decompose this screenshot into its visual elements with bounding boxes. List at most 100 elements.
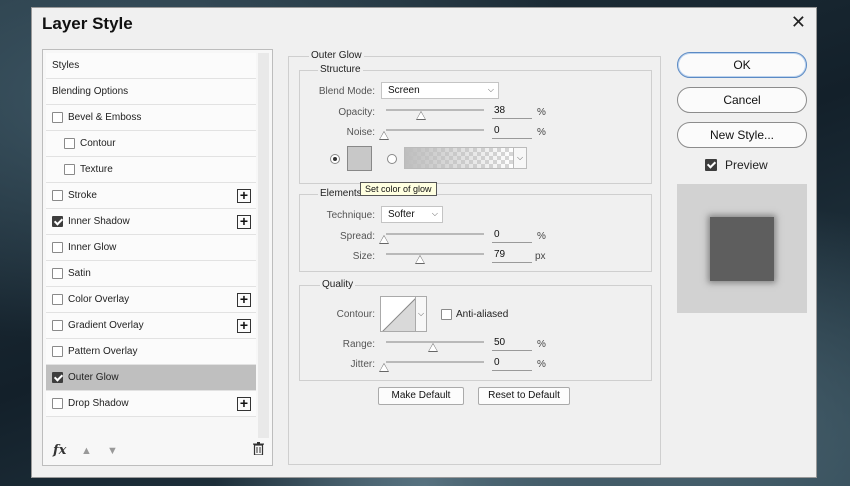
style-item-satin[interactable]: Satin	[46, 261, 256, 287]
noise-slider-thumb[interactable]	[379, 131, 389, 140]
jitter-slider[interactable]	[386, 361, 484, 363]
technique-select[interactable]: Softer ⌵	[381, 206, 443, 223]
opacity-unit: %	[537, 107, 546, 118]
add-drop-shadow-icon[interactable]: +	[237, 396, 251, 411]
spread-slider-thumb[interactable]	[379, 235, 389, 244]
contour-label: Contour:	[336, 309, 375, 320]
structure-title: Structure	[318, 64, 363, 75]
add-gradient-overlay-icon[interactable]: +	[237, 318, 251, 333]
gradient-overlay-checkbox[interactable]	[52, 320, 63, 331]
spread-input[interactable]: 0	[492, 229, 532, 243]
ok-button[interactable]: OK	[677, 52, 807, 78]
inner-glow-checkbox[interactable]	[52, 242, 63, 253]
style-item-label: Blending Options	[52, 86, 129, 97]
style-item-label: Stroke	[68, 190, 97, 201]
chevron-down-icon: ⌵	[431, 209, 438, 218]
spread-unit: %	[537, 231, 546, 242]
jitter-input[interactable]: 0	[492, 357, 532, 371]
gradient-dropdown-icon[interactable]: ⌵	[513, 147, 527, 169]
bevel-emboss-checkbox[interactable]	[52, 112, 63, 123]
range-input[interactable]: 50	[492, 337, 532, 351]
style-item-label: Drop Shadow	[68, 398, 129, 409]
close-icon[interactable]: ✕	[791, 12, 806, 32]
new-style-button[interactable]: New Style...	[677, 122, 807, 148]
preview-checkbox[interactable]	[705, 159, 717, 171]
anti-aliased-checkbox[interactable]	[441, 309, 452, 320]
style-item-stroke[interactable]: Stroke +	[46, 183, 256, 209]
inner-shadow-checkbox[interactable]	[52, 216, 63, 227]
range-label: Range:	[342, 339, 375, 350]
move-down-icon[interactable]: ▼	[107, 445, 118, 457]
size-input[interactable]: 79	[492, 249, 532, 263]
blend-mode-select[interactable]: Screen ⌵	[381, 82, 499, 99]
technique-value: Softer	[388, 209, 415, 220]
noise-input[interactable]: 0	[492, 125, 532, 139]
contour-dropdown-icon[interactable]: ⌵	[416, 296, 427, 332]
contour-checkbox[interactable]	[64, 138, 75, 149]
opacity-slider-thumb[interactable]	[416, 111, 426, 120]
style-item-styles[interactable]: Styles	[46, 53, 256, 79]
style-item-gradient-overlay[interactable]: Gradient Overlay +	[46, 313, 256, 339]
move-up-icon[interactable]: ▲	[81, 445, 92, 457]
outer-glow-checkbox[interactable]	[52, 372, 63, 383]
range-slider-thumb[interactable]	[428, 343, 438, 352]
chevron-down-icon: ⌵	[487, 85, 494, 94]
jitter-unit: %	[537, 359, 546, 370]
size-unit: px	[535, 251, 546, 262]
stroke-checkbox[interactable]	[52, 190, 63, 201]
opacity-slider[interactable]	[386, 109, 484, 111]
add-color-overlay-icon[interactable]: +	[237, 292, 251, 307]
styles-list: Styles Blending Options Bevel & Emboss Cont…	[46, 53, 256, 417]
noise-label: Noise:	[346, 127, 375, 138]
noise-slider[interactable]	[386, 129, 484, 131]
blend-mode-value: Screen	[388, 85, 420, 96]
style-item-drop-shadow[interactable]: Drop Shadow +	[46, 391, 256, 417]
styles-panel-footer: fx ▲ ▼	[43, 439, 272, 465]
glow-gradient-picker[interactable]	[404, 147, 514, 169]
style-item-blending-options[interactable]: Blending Options	[46, 79, 256, 105]
solid-color-radio[interactable]	[330, 154, 340, 164]
style-item-bevel-emboss[interactable]: Bevel & Emboss	[46, 105, 256, 131]
trash-icon[interactable]	[253, 442, 264, 455]
color-overlay-checkbox[interactable]	[52, 294, 63, 305]
satin-checkbox[interactable]	[52, 268, 63, 279]
style-item-pattern-overlay[interactable]: Pattern Overlay	[46, 339, 256, 365]
pattern-overlay-checkbox[interactable]	[52, 346, 63, 357]
contour-picker[interactable]	[380, 296, 416, 332]
quality-title: Quality	[320, 279, 356, 290]
texture-checkbox[interactable]	[64, 164, 75, 175]
style-item-label: Color Overlay	[68, 294, 130, 305]
glow-color-swatch[interactable]	[347, 146, 372, 171]
dialog-title: Layer Style	[42, 14, 133, 33]
size-slider-thumb[interactable]	[415, 255, 425, 264]
jitter-slider-thumb[interactable]	[379, 363, 389, 372]
drop-shadow-checkbox[interactable]	[52, 398, 63, 409]
fx-icon[interactable]: fx	[53, 443, 66, 458]
style-item-label: Texture	[80, 164, 113, 175]
style-item-inner-shadow[interactable]: Inner Shadow +	[46, 209, 256, 235]
styles-scrollbar[interactable]	[258, 53, 269, 438]
cancel-button[interactable]: Cancel	[677, 87, 807, 113]
style-item-inner-glow[interactable]: Inner Glow	[46, 235, 256, 261]
outer-glow-title: Outer Glow	[309, 50, 364, 61]
style-item-label: Inner Glow	[68, 242, 117, 253]
add-inner-shadow-icon[interactable]: +	[237, 214, 251, 229]
gradient-radio[interactable]	[387, 154, 397, 164]
size-slider[interactable]	[386, 253, 484, 255]
style-item-outer-glow[interactable]: Outer Glow	[46, 365, 256, 391]
spread-label: Spread:	[339, 231, 375, 242]
reset-default-button[interactable]: Reset to Default	[478, 387, 570, 405]
add-stroke-icon[interactable]: +	[237, 188, 251, 203]
blend-mode-label: Blend Mode:	[318, 86, 375, 97]
style-item-texture[interactable]: Texture	[46, 157, 256, 183]
glow-color-tooltip: Set color of glow	[360, 182, 437, 196]
make-default-button[interactable]: Make Default	[378, 387, 464, 405]
style-item-label: Contour	[80, 138, 116, 149]
style-item-color-overlay[interactable]: Color Overlay +	[46, 287, 256, 313]
spread-slider[interactable]	[386, 233, 484, 235]
preview-label: Preview	[725, 158, 768, 172]
opacity-input[interactable]: 38	[492, 105, 532, 119]
style-item-label: Inner Shadow	[68, 216, 130, 227]
style-item-contour[interactable]: Contour	[46, 131, 256, 157]
size-label: Size:	[352, 251, 375, 262]
